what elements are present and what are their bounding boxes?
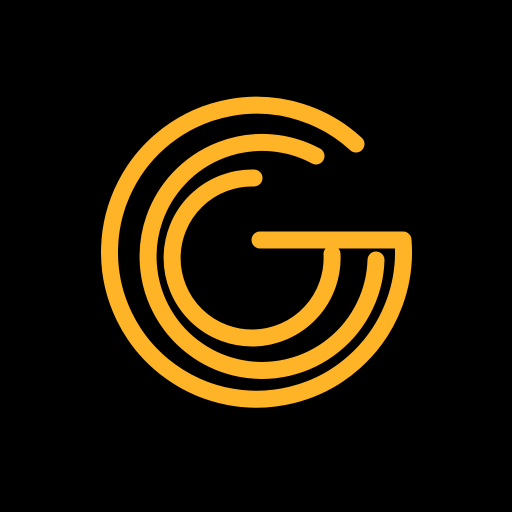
app-icon-canvas bbox=[0, 0, 512, 512]
concentric-g-logo-icon bbox=[101, 96, 412, 408]
inner-ring bbox=[163, 169, 341, 347]
